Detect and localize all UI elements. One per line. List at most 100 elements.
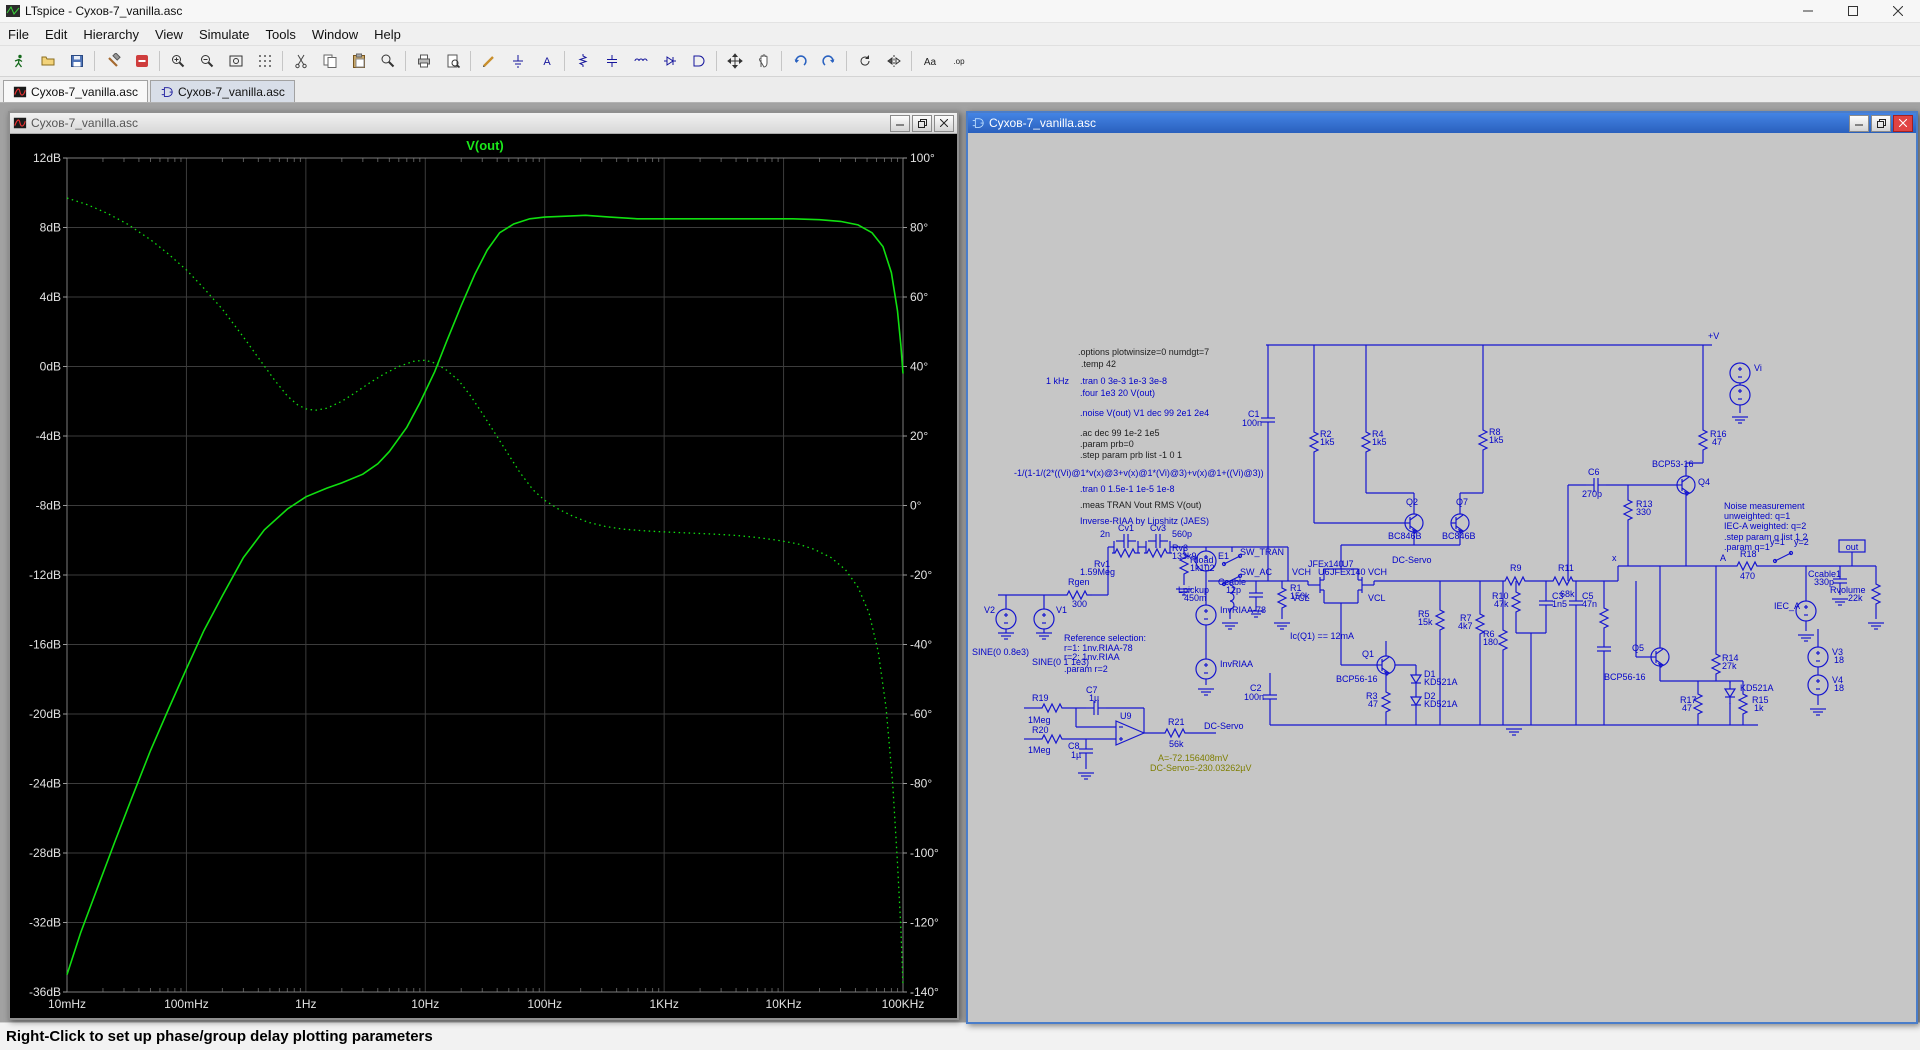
schematic-minimize-button[interactable] <box>1849 115 1869 132</box>
resistor-button[interactable] <box>569 48 596 75</box>
y-right-label: 100° <box>910 151 935 165</box>
svg-text:300: 300 <box>1072 599 1087 609</box>
close-button[interactable] <box>1875 0 1920 22</box>
schematic-icon <box>971 116 985 130</box>
svg-text:Q4: Q4 <box>1698 477 1710 487</box>
plot-window[interactable]: Сухов-7_vanilla.asc 12dB8dB4dB0dB-4dB-8d… <box>8 111 959 1020</box>
copy-button[interactable] <box>316 48 343 75</box>
tab-bar: Сухов-7_vanilla.asc Сухов-7_vanilla.asc <box>0 77 1920 103</box>
plot-minimize-button[interactable] <box>890 115 910 132</box>
menu-help[interactable]: Help <box>366 25 409 44</box>
svg-text:Noise measurement: Noise measurement <box>1724 501 1805 511</box>
svg-text:BC846B: BC846B <box>1388 531 1422 541</box>
drag-button[interactable] <box>750 48 777 75</box>
svg-text:22k: 22k <box>1848 593 1863 603</box>
svg-text:V1: V1 <box>1056 605 1067 615</box>
schematic-icon <box>160 85 174 99</box>
menu-view[interactable]: View <box>147 25 191 44</box>
halt-button[interactable] <box>128 48 155 75</box>
move-icon <box>727 53 743 69</box>
schematic-restore-button[interactable] <box>1871 115 1891 132</box>
svg-text:.tran 0 1.5e-1 1e-5 1e-8: .tran 0 1.5e-1 1e-5 1e-8 <box>1080 484 1175 494</box>
print-button[interactable] <box>410 48 437 75</box>
control-panel-button[interactable] <box>99 48 126 75</box>
y-right-label: 40° <box>910 360 928 374</box>
open-button[interactable] <box>34 48 61 75</box>
find-button[interactable] <box>374 48 401 75</box>
svg-text:1Meg: 1Meg <box>1028 745 1051 755</box>
plot-window-titlebar[interactable]: Сухов-7_vanilla.asc <box>10 113 957 134</box>
print-preview-button[interactable] <box>439 48 466 75</box>
undo-button[interactable] <box>786 48 813 75</box>
redo-button[interactable] <box>815 48 842 75</box>
plot-canvas[interactable]: 12dB8dB4dB0dB-4dB-8dB-12dB-16dB-20dB-24d… <box>10 134 955 1017</box>
move-button[interactable] <box>721 48 748 75</box>
diode-button[interactable] <box>656 48 683 75</box>
text-button[interactable]: Aa <box>916 48 943 75</box>
menu-hierarchy[interactable]: Hierarchy <box>75 25 147 44</box>
component-button[interactable] <box>685 48 712 75</box>
zoom-area-icon <box>170 53 186 69</box>
zoom-area-button[interactable] <box>164 48 191 75</box>
app-icon <box>5 3 21 19</box>
plot-area[interactable]: 12dB8dB4dB0dB-4dB-8dB-12dB-16dB-20dB-24d… <box>10 134 957 1018</box>
y-left-label: -12dB <box>29 568 61 582</box>
minimize-button[interactable] <box>1785 0 1830 22</box>
capacitor-button[interactable] <box>598 48 625 75</box>
x-axis-label: 10Hz <box>411 997 439 1011</box>
trace-phase <box>67 198 903 985</box>
redo-icon <box>821 53 837 69</box>
text-icon: Aa <box>922 53 938 69</box>
svg-text:1n5: 1n5 <box>1552 599 1567 609</box>
label-button[interactable]: A <box>533 48 560 75</box>
zoom-full-button[interactable] <box>222 48 249 75</box>
spice-directive-icon: .op <box>951 53 967 69</box>
schematic-close-button[interactable] <box>1893 115 1913 132</box>
save-button[interactable] <box>63 48 90 75</box>
mirror-button[interactable] <box>880 48 907 75</box>
cut-button[interactable] <box>287 48 314 75</box>
maximize-button[interactable] <box>1830 0 1875 22</box>
rotate-button[interactable] <box>851 48 878 75</box>
halt-icon <box>134 53 150 69</box>
plot-restore-button[interactable] <box>912 115 932 132</box>
schematic-window[interactable]: Сухов-7_vanilla.asc .options plotwinsize… <box>966 111 1918 1024</box>
menu-tools[interactable]: Tools <box>258 25 304 44</box>
schematic-canvas[interactable]: .options plotwinsize=0 numdgt=7.temp 421… <box>968 133 1912 1018</box>
svg-text:VCL: VCL <box>1368 593 1386 603</box>
ground-button[interactable] <box>504 48 531 75</box>
svg-text:.param r=2: .param r=2 <box>1064 664 1108 674</box>
grid-button[interactable] <box>251 48 278 75</box>
run-button[interactable] <box>5 48 32 75</box>
pencil-button[interactable] <box>475 48 502 75</box>
schematic-texts[interactable]: .options plotwinsize=0 numdgt=7.temp 421… <box>972 331 1866 773</box>
svg-text:1Meg: 1Meg <box>1028 715 1051 725</box>
capacitor-icon <box>604 53 620 69</box>
plot-close-button[interactable] <box>934 115 954 132</box>
y-left-label: -20dB <box>29 707 61 721</box>
zoom-back-button[interactable] <box>193 48 220 75</box>
svg-text:BCP53-16: BCP53-16 <box>1652 459 1694 469</box>
menu-window[interactable]: Window <box>304 25 366 44</box>
tab-label: Сухов-7_vanilla.asc <box>178 85 285 99</box>
schematic-window-titlebar[interactable]: Сухов-7_vanilla.asc <box>968 113 1916 133</box>
schematic-area[interactable]: .options plotwinsize=0 numdgt=7.temp 421… <box>968 133 1916 1022</box>
status-text: Right-Click to set up phase/group delay … <box>6 1028 433 1045</box>
menu-file[interactable]: File <box>0 25 37 44</box>
tab-1[interactable]: Сухов-7_vanilla.asc <box>3 80 148 102</box>
paste-button[interactable] <box>345 48 372 75</box>
inductor-button[interactable] <box>627 48 654 75</box>
svg-text:.step param prb list -1 0 1: .step param prb list -1 0 1 <box>1080 450 1182 460</box>
copy-icon <box>322 53 338 69</box>
window-title: LTspice - Сухов-7_vanilla.asc <box>25 4 182 18</box>
title-bar[interactable]: LTspice - Сухов-7_vanilla.asc <box>0 0 1920 23</box>
menu-simulate[interactable]: Simulate <box>191 25 258 44</box>
menu-edit[interactable]: Edit <box>37 25 75 44</box>
trace-label[interactable]: V(out) <box>466 138 504 153</box>
toolbar-separator <box>470 51 471 71</box>
svg-text:KD521A: KD521A <box>1424 699 1458 709</box>
svg-text:E1: E1 <box>1218 551 1229 561</box>
svg-text:IEC_A: IEC_A <box>1774 601 1800 611</box>
tab-2[interactable]: Сухов-7_vanilla.asc <box>150 80 295 102</box>
spice-directive-button[interactable]: .op <box>945 48 972 75</box>
